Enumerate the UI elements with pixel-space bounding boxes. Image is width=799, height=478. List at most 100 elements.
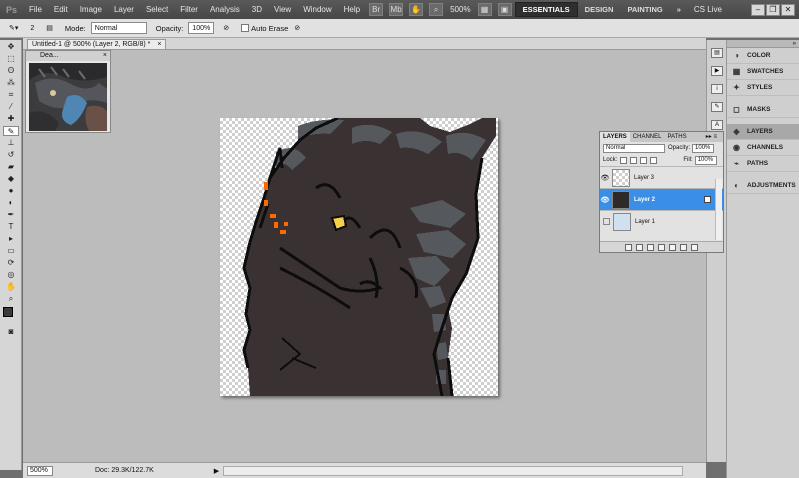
pressure-opacity-icon[interactable]: ⊘ [220, 22, 232, 34]
eraser-tool-icon[interactable]: ▰ [3, 162, 19, 172]
layer-row-3[interactable]: 👁 Layer 3 [600, 166, 723, 188]
blur-tool-icon[interactable]: ● [3, 186, 19, 196]
menu-window[interactable]: Window [297, 5, 337, 14]
pressure-size-icon[interactable]: ⊘ [291, 22, 303, 34]
dock-layers[interactable]: ◈ LAYERS [727, 124, 799, 140]
dock-adjustments[interactable]: ◐ ADJUSTMENTS [727, 178, 799, 194]
pencil-preset-icon[interactable]: ✎▾ [6, 22, 21, 34]
history-panel-icon[interactable]: ▤ [711, 48, 723, 58]
opacity-input[interactable]: 100% [188, 22, 215, 34]
lock-position-icon[interactable] [640, 156, 648, 164]
brush-panel-icon[interactable]: ▤ [43, 22, 56, 34]
dock-swatches[interactable]: ▦ SWATCHES [727, 64, 799, 80]
panel-dock-collapse-button[interactable]: » [727, 40, 799, 48]
new-layer-icon[interactable] [680, 243, 687, 251]
marquee-tool-icon[interactable]: ⬚ [3, 54, 19, 64]
history-brush-icon[interactable]: ↺ [3, 150, 19, 160]
minimize-icon[interactable]: – [751, 3, 765, 16]
document-tab[interactable]: Untitled-1 @ 500% (Layer 2, RGB/8) * × [27, 39, 167, 49]
visibility-eye-icon[interactable]: 👁 [600, 174, 610, 182]
layer-row-2[interactable]: 👁 Layer 2 [600, 188, 723, 210]
restore-icon[interactable]: ❐ [766, 3, 780, 16]
eyedropper-tool-icon[interactable]: ⁄ [3, 102, 19, 112]
lock-image-icon[interactable] [630, 156, 638, 164]
horizontal-scrollbar[interactable] [223, 465, 684, 476]
reference-image-window[interactable]: Dea... × [25, 50, 111, 133]
dock-color[interactable]: ◑ COLOR [727, 48, 799, 64]
document-close-icon[interactable]: × [157, 41, 161, 48]
panel-menu-icon[interactable]: ▸▸ ≡ [703, 132, 720, 142]
zoom-level-select[interactable]: 500% [450, 5, 470, 14]
menu-image[interactable]: Image [74, 5, 108, 14]
visibility-eye-icon[interactable]: 👁 [600, 196, 610, 204]
auto-erase-checkbox[interactable] [241, 24, 250, 32]
menu-filter[interactable]: Filter [174, 5, 204, 14]
layer-opacity-input[interactable]: 100% [692, 143, 715, 153]
status-zoom-input[interactable]: 500% [27, 465, 53, 476]
hand-tool-icon[interactable]: ✋ [3, 282, 19, 292]
close-icon[interactable]: ✕ [781, 3, 795, 16]
path-select-icon[interactable]: ▸ [3, 234, 19, 244]
link-layers-icon[interactable] [625, 243, 632, 251]
pen-tool-icon[interactable]: ✒ [3, 210, 19, 220]
pencil-tool-icon[interactable]: ✎ [3, 126, 19, 136]
lock-all-icon[interactable] [650, 156, 658, 164]
screen-mode-icon[interactable]: ▣ [497, 3, 512, 16]
adjustment-layer-icon[interactable] [658, 243, 665, 251]
status-menu-arrow-icon[interactable]: ▶ [214, 467, 219, 475]
delete-layer-icon[interactable] [691, 243, 698, 251]
zoom-tool-icon[interactable]: ⌕ [3, 294, 19, 304]
arrange-documents-icon[interactable]: ▦ [477, 3, 492, 16]
dock-styles[interactable]: ✦ STYLES [727, 80, 799, 96]
blend-mode-select[interactable]: Normal [603, 143, 665, 153]
fill-input[interactable]: 100% [694, 155, 717, 165]
quick-mask-icon[interactable]: ◙ [3, 327, 19, 337]
brush-presets-icon[interactable]: ✎ [711, 102, 723, 112]
mini-bridge-icon[interactable]: Mb [389, 3, 404, 16]
menu-file[interactable]: File [23, 5, 48, 14]
dock-masks[interactable]: ◻ MASKS [727, 102, 799, 118]
character-panel-icon[interactable]: A [711, 120, 723, 130]
cs-live-button[interactable]: CS Live [694, 5, 722, 14]
workspace-more-button[interactable]: » [670, 2, 688, 17]
workspace-painting[interactable]: PAINTING [620, 2, 669, 17]
layers-scrollbar[interactable] [715, 179, 722, 240]
workspace-essentials[interactable]: ESSENTIALS [514, 2, 578, 17]
quick-select-tool-icon[interactable]: ⁂ [3, 78, 19, 88]
healing-tool-icon[interactable]: ✚ [3, 114, 19, 124]
tab-paths[interactable]: PATHS [664, 132, 689, 142]
dock-paths[interactable]: ⌁ PATHS [727, 156, 799, 172]
lasso-tool-icon[interactable]: ʘ [3, 66, 19, 76]
tab-channels[interactable]: CHANNEL [630, 132, 665, 142]
pixel-art-canvas[interactable] [220, 118, 498, 396]
color-swatches[interactable] [3, 307, 21, 325]
move-tool-icon[interactable]: ✥ [3, 42, 19, 52]
menu-3d[interactable]: 3D [246, 5, 268, 14]
layer-style-icon[interactable] [636, 243, 643, 251]
menu-analysis[interactable]: Analysis [204, 5, 246, 14]
layer-row-1[interactable]: Layer 1 [600, 210, 723, 232]
info-panel-icon[interactable]: i [711, 84, 723, 94]
menu-edit[interactable]: Edit [48, 5, 74, 14]
foreground-color-icon[interactable] [3, 307, 13, 317]
visibility-toggle-empty-icon[interactable] [603, 218, 610, 225]
bridge-icon[interactable]: Br [369, 3, 384, 16]
dodge-tool-icon[interactable]: ◐ [3, 198, 19, 208]
menu-layer[interactable]: Layer [108, 5, 140, 14]
dock-channels[interactable]: ◉ CHANNELS [727, 140, 799, 156]
tab-layers[interactable]: LAYERS [600, 132, 630, 142]
workspace-design[interactable]: DESIGN [578, 2, 621, 17]
brush-size-picker[interactable]: 2 [27, 22, 37, 34]
add-mask-icon[interactable] [647, 243, 654, 251]
type-tool-icon[interactable]: T [3, 222, 19, 232]
hand-icon[interactable]: ✋ [409, 3, 424, 16]
reference-close-icon[interactable]: × [103, 51, 107, 61]
stamp-tool-icon[interactable]: ⊥ [3, 138, 19, 148]
crop-tool-icon[interactable]: ⌗ [3, 90, 19, 100]
menu-view[interactable]: View [268, 5, 297, 14]
shape-tool-icon[interactable]: ▭ [3, 246, 19, 256]
lock-transparent-icon[interactable] [620, 156, 628, 164]
bucket-tool-icon[interactable]: ◆ [3, 174, 19, 184]
mode-select[interactable]: Normal [90, 22, 147, 34]
3d-rotate-icon[interactable]: ⟳ [3, 258, 19, 268]
